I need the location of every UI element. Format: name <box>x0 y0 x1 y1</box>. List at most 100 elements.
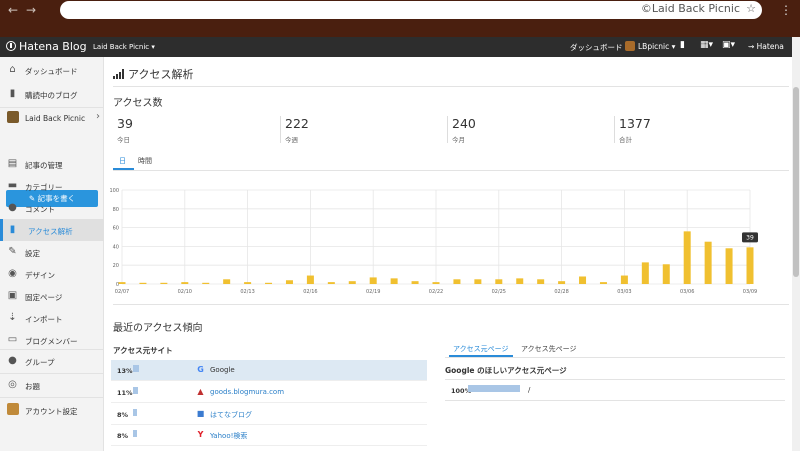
source-site-row[interactable]: 8% Y Yahoo!検索 <box>111 425 427 446</box>
bar-02/11 <box>202 282 210 284</box>
stat-label: 今月 <box>452 136 465 144</box>
bar-02/08 <box>139 282 147 284</box>
sidebar-item-groups[interactable]: ● グループ <box>0 350 104 372</box>
sidebar-item-themes[interactable]: ◎ お題 <box>0 374 104 396</box>
notification-icon[interactable]: ▣▾ <box>722 40 735 50</box>
site-percent: 11% <box>117 389 133 397</box>
x-tick-label: 02/19 <box>366 289 380 295</box>
bar-02/10 <box>181 282 189 284</box>
sidebar-item-import[interactable]: ⇣ インポート <box>0 307 104 329</box>
stat-today: 39 今日 <box>113 116 273 144</box>
apps-grid-icon[interactable]: ▦▾ <box>700 40 713 50</box>
source-site-row[interactable]: 13% G Google <box>111 360 427 381</box>
bookmark-icon[interactable]: ▮ <box>680 40 685 50</box>
x-tick-label: 02/25 <box>492 289 506 295</box>
bar-02/26 <box>516 278 524 284</box>
source-site-row[interactable]: 11% ▲ goods.blogmura.com <box>111 382 427 403</box>
hatena-logo-icon <box>6 41 16 51</box>
logo-text: Hatena Blog <box>19 40 87 53</box>
dashboard-link[interactable]: ダッシュボード <box>570 42 623 53</box>
sidebar-item-account-settings[interactable]: アカウント設定 <box>0 399 104 421</box>
google-page-row[interactable]: 100% / <box>445 379 785 401</box>
account-icon <box>7 403 19 415</box>
source-site-row[interactable]: 8% ■ はてなブログ <box>111 404 427 425</box>
x-tick-label: 02/10 <box>178 289 192 295</box>
google-icon: G <box>197 365 204 374</box>
bar-chart-icon: ▮ <box>9 224 16 235</box>
tab-referrer-pages[interactable]: アクセス元ページ <box>453 344 509 354</box>
sidebar-item-design[interactable]: ◉ デザイン <box>0 263 104 285</box>
bar-02/22 <box>432 282 440 284</box>
sidebar-item-label: グループ <box>25 358 55 367</box>
sidebar-item-comments[interactable]: ● コメント <box>0 197 104 219</box>
site-share-bar <box>133 430 137 437</box>
sidebar-item-categories[interactable]: ▬ カテゴリー <box>0 175 104 197</box>
tab-daily[interactable]: 日 <box>119 156 126 166</box>
sidebar-item-static-pages[interactable]: ▣ 固定ページ <box>0 285 104 307</box>
members-icon: ▭ <box>7 334 18 345</box>
sidebar-item-blog[interactable]: Laid Back Picnic › <box>0 107 104 129</box>
hatena-link[interactable]: ⇝ Hatena <box>748 42 784 51</box>
star-icon[interactable]: ☆ <box>746 2 756 15</box>
browser-menu-icon[interactable]: ⋮ <box>780 3 792 17</box>
sidebar-item-label: カテゴリー <box>25 183 63 192</box>
folder-icon: ▬ <box>7 180 18 191</box>
bar-03/08 <box>725 248 733 284</box>
sidebar-item-label: 記事の管理 <box>25 161 63 170</box>
bar-02/15 <box>285 280 293 284</box>
site-name[interactable]: Yahoo!検索 <box>210 431 247 441</box>
palette-icon: ◉ <box>8 268 17 279</box>
hatena-blog-logo[interactable]: Hatena Blog <box>6 40 87 53</box>
source-sites-title: アクセス元サイト <box>113 346 173 355</box>
site-name[interactable]: はてなブログ <box>210 410 252 420</box>
sidebar-item-entries[interactable]: ▤ 記事の管理 <box>0 153 104 175</box>
avatar <box>625 41 635 51</box>
bar-03/01 <box>579 276 587 284</box>
stat-label: 今日 <box>117 136 130 144</box>
forward-icon[interactable]: → <box>26 3 36 17</box>
sidebar-item-label: 固定ページ <box>25 293 63 302</box>
sidebar-item-members[interactable]: ▭ ブログメンバー <box>0 329 104 351</box>
bar-03/05 <box>662 264 670 284</box>
divider <box>113 304 789 305</box>
bar-02/18 <box>348 281 356 284</box>
scrollbar-thumb[interactable] <box>793 87 799 277</box>
sidebar-item-label: ダッシュボード <box>25 67 78 76</box>
site-name[interactable]: goods.blogmura.com <box>210 388 284 396</box>
yahoo-icon: Y <box>197 430 204 439</box>
bar-02/13 <box>244 282 252 284</box>
y-tick-label: 20 <box>113 263 119 269</box>
sidebar-item-dashboard[interactable]: ⌂ ダッシュボード <box>0 59 104 81</box>
blog-selector[interactable]: Laid Back Picnic ▾ <box>93 43 155 51</box>
y-tick-label: 60 <box>113 226 119 232</box>
x-tick-label: 03/06 <box>680 289 694 295</box>
address-text: ©Laid Back Picnic <box>640 2 740 15</box>
sidebar-item-settings[interactable]: ✎ 設定 <box>0 241 104 263</box>
sidebar-item-subscriptions[interactable]: ▮ 購読中のブログ <box>0 83 104 105</box>
user-menu[interactable]: LBpicnic ▾ <box>625 41 675 51</box>
bar-02/21 <box>411 281 419 284</box>
stat-label: 今週 <box>285 136 298 144</box>
x-tick-label: 02/07 <box>115 289 129 295</box>
bar-03/04 <box>641 262 649 284</box>
stat-this-month: 240 今月 <box>447 116 607 144</box>
scrollbar[interactable] <box>792 37 800 451</box>
tab-destination-pages[interactable]: アクセス先ページ <box>521 344 577 354</box>
sidebar-item-label: デザイン <box>25 271 55 280</box>
bar-03/02 <box>599 282 607 284</box>
tab-hourly[interactable]: 時間 <box>138 156 152 166</box>
sidebar-item-access-analytics[interactable]: ▮ アクセス解析 <box>0 219 104 241</box>
back-icon[interactable]: ← <box>8 3 18 17</box>
bar-02/23 <box>453 279 461 284</box>
address-bar[interactable]: ©Laid Back Picnic ☆ <box>60 1 762 19</box>
page-path[interactable]: / <box>528 386 530 394</box>
x-tick-label: 02/16 <box>303 289 317 295</box>
x-tick-label: 02/22 <box>429 289 443 295</box>
bar-03/06 <box>683 231 691 284</box>
sidebar-item-label: 購読中のブログ <box>25 91 78 100</box>
y-tick-label: 80 <box>113 207 119 213</box>
stat-value: 222 <box>285 116 309 131</box>
comment-icon: ● <box>8 202 17 213</box>
x-tick-label: 03/09 <box>743 289 757 295</box>
hatena-blog-icon: ■ <box>196 409 205 418</box>
